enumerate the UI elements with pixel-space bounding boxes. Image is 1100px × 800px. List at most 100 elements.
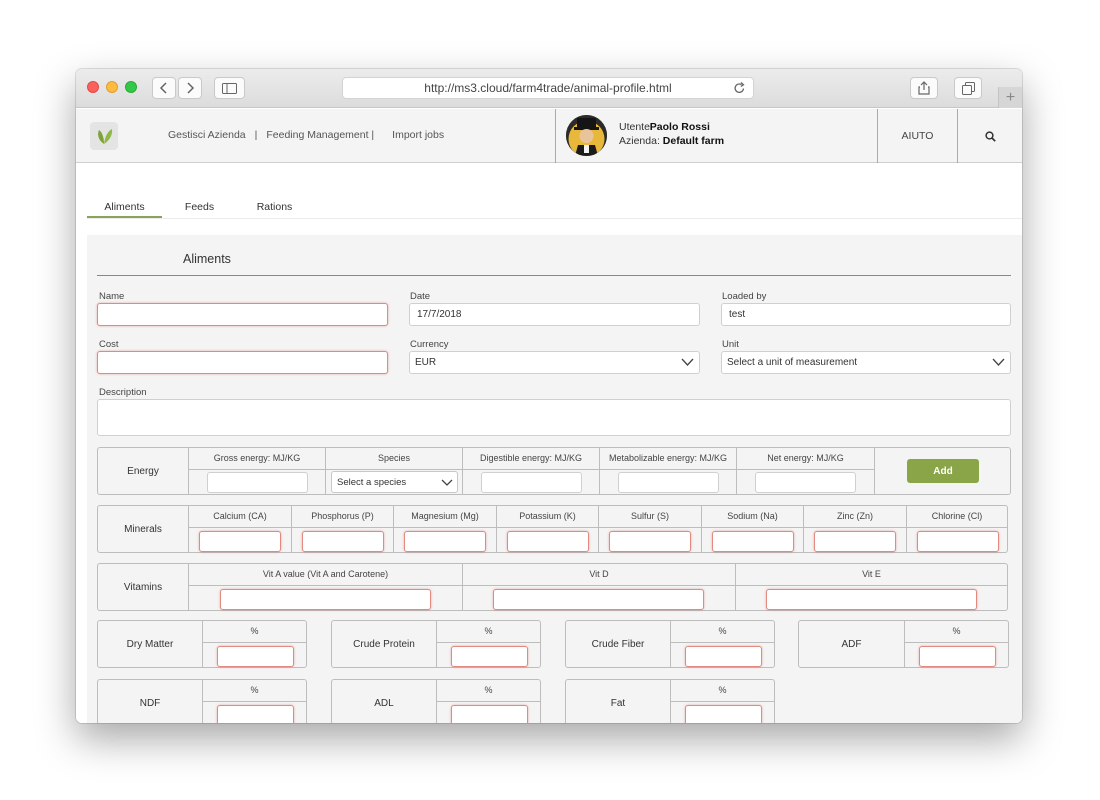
search-button[interactable]	[958, 109, 1022, 163]
vit-a-input[interactable]	[220, 589, 431, 610]
fat-input[interactable]	[685, 705, 762, 723]
tab-bar: Aliments Feeds Rations	[87, 196, 1022, 219]
magnesium-input[interactable]	[404, 531, 486, 552]
description-textarea[interactable]	[97, 399, 1011, 436]
chevron-left-icon	[159, 82, 167, 94]
crude-protein-label: Crude Protein	[353, 638, 415, 650]
phosphorus-input[interactable]	[302, 531, 384, 552]
new-tab-button[interactable]: +	[998, 87, 1022, 108]
crude-protein-cell: %	[436, 621, 540, 667]
close-window-button[interactable]	[87, 81, 99, 93]
ndf-input[interactable]	[217, 705, 294, 723]
tabs-icon	[961, 81, 975, 95]
gross-energy-cell: Gross energy: MJ/KG	[188, 448, 325, 494]
tab-aliments[interactable]: Aliments	[87, 196, 162, 218]
plus-icon: +	[1005, 88, 1016, 106]
mineral-cell: Calcium (CA)	[188, 506, 291, 552]
gross-energy-input[interactable]	[207, 472, 308, 493]
ndf-box: NDF %	[97, 679, 307, 723]
address-bar[interactable]: http://ms3.cloud/farm4trade/animal-profi…	[342, 77, 754, 99]
vit-d-header: Vit D	[463, 564, 735, 586]
crude-protein-input[interactable]	[451, 646, 528, 667]
currency-select[interactable]: EUR	[409, 351, 700, 374]
calcium-input[interactable]	[199, 531, 281, 552]
species-placeholder: Select a species	[337, 477, 407, 488]
mineral-cell: Zinc (Zn)	[803, 506, 906, 552]
tab-feeds[interactable]: Feeds	[162, 196, 237, 218]
sulfur-input[interactable]	[609, 531, 691, 552]
minerals-section: Minerals Calcium (CA) Phosphorus (P) Mag…	[97, 505, 1008, 553]
adl-cell: %	[436, 680, 540, 723]
mineral-cell: Potassium (K)	[496, 506, 598, 552]
sodium-header: Sodium (Na)	[702, 506, 803, 528]
net-energy-cell: Net energy: MJ/KG	[736, 448, 874, 494]
nav-gestisci-azienda[interactable]: Gestisci Azienda	[168, 129, 246, 141]
mineral-cell: Sulfur (S)	[598, 506, 701, 552]
adl-input[interactable]	[451, 705, 528, 723]
fat-label: Fat	[610, 697, 626, 709]
nav-feeding-management[interactable]: Feeding Management |	[266, 129, 374, 141]
sodium-input[interactable]	[712, 531, 794, 552]
maximize-window-button[interactable]	[125, 81, 137, 93]
vitamin-cell: Vit A value (Vit A and Carotene)	[188, 564, 462, 610]
cost-input[interactable]	[97, 351, 388, 374]
name-label: Name	[99, 291, 125, 302]
crude-fiber-input[interactable]	[685, 646, 762, 667]
loaded-by-input[interactable]: test	[721, 303, 1011, 326]
avatar-image	[566, 115, 607, 156]
add-button[interactable]: Add	[907, 459, 979, 483]
metabolizable-energy-input[interactable]	[618, 472, 719, 493]
ndf-cell: %	[202, 680, 306, 723]
adl-box: ADL %	[331, 679, 541, 723]
calcium-header: Calcium (CA)	[189, 506, 291, 528]
app-header: Gestisci Azienda | Feeding Management | …	[76, 109, 1022, 163]
magnesium-header: Magnesium (Mg)	[394, 506, 496, 528]
share-button[interactable]	[910, 77, 938, 99]
help-button[interactable]: AIUTO	[878, 109, 958, 163]
name-input[interactable]	[97, 303, 388, 326]
vitamins-section: Vitamins Vit A value (Vit A and Carotene…	[97, 563, 1008, 611]
nav-import-jobs[interactable]: Import jobs	[392, 129, 444, 141]
back-button[interactable]	[152, 77, 176, 99]
crude-fiber-unit: %	[671, 621, 774, 643]
currency-value: EUR	[415, 357, 437, 368]
minimize-window-button[interactable]	[106, 81, 118, 93]
net-energy-input[interactable]	[755, 472, 856, 493]
ndf-unit: %	[203, 680, 306, 702]
zinc-input[interactable]	[814, 531, 896, 552]
unit-label: Unit	[722, 339, 739, 350]
date-input[interactable]: 17/7/2018	[409, 303, 700, 326]
species-select[interactable]: Select a species	[331, 471, 458, 493]
tab-rations[interactable]: Rations	[237, 196, 312, 218]
company-label: Azienda:	[619, 135, 660, 147]
crude-fiber-box: Crude Fiber %	[565, 620, 775, 668]
reload-icon[interactable]	[733, 81, 746, 95]
tabs-overview-button[interactable]	[954, 77, 982, 99]
forward-button[interactable]	[178, 77, 202, 99]
net-energy-header: Net energy: MJ/KG	[737, 448, 874, 470]
chevron-down-icon	[992, 358, 1005, 366]
user-panel[interactable]: Utente: Paolo Rossi Azienda: Default far…	[555, 109, 878, 163]
chevron-down-icon	[681, 358, 694, 366]
potassium-input[interactable]	[507, 531, 589, 552]
user-name: Paolo Rossi	[649, 121, 710, 133]
digestible-energy-input[interactable]	[481, 472, 582, 493]
dry-matter-unit: %	[203, 621, 306, 643]
avatar[interactable]	[566, 115, 607, 156]
sidebar-toggle-button[interactable]	[214, 77, 245, 99]
unit-select[interactable]: Select a unit of measurement	[721, 351, 1011, 374]
currency-label: Currency	[410, 339, 449, 350]
app-logo[interactable]	[90, 122, 118, 150]
mineral-cell: Chlorine (Cl)	[906, 506, 1007, 552]
ndf-label: NDF	[139, 697, 161, 709]
adf-input[interactable]	[919, 646, 996, 667]
vit-d-input[interactable]	[493, 589, 704, 610]
dry-matter-input[interactable]	[217, 646, 294, 667]
chevron-down-icon	[441, 479, 453, 486]
vit-e-input[interactable]	[766, 589, 977, 610]
digestible-energy-cell: Digestible energy: MJ/KG	[462, 448, 599, 494]
title-divider	[97, 275, 1011, 276]
chlorine-input[interactable]	[917, 531, 999, 552]
nav-spacer	[374, 129, 392, 141]
chevron-right-icon	[187, 82, 195, 94]
